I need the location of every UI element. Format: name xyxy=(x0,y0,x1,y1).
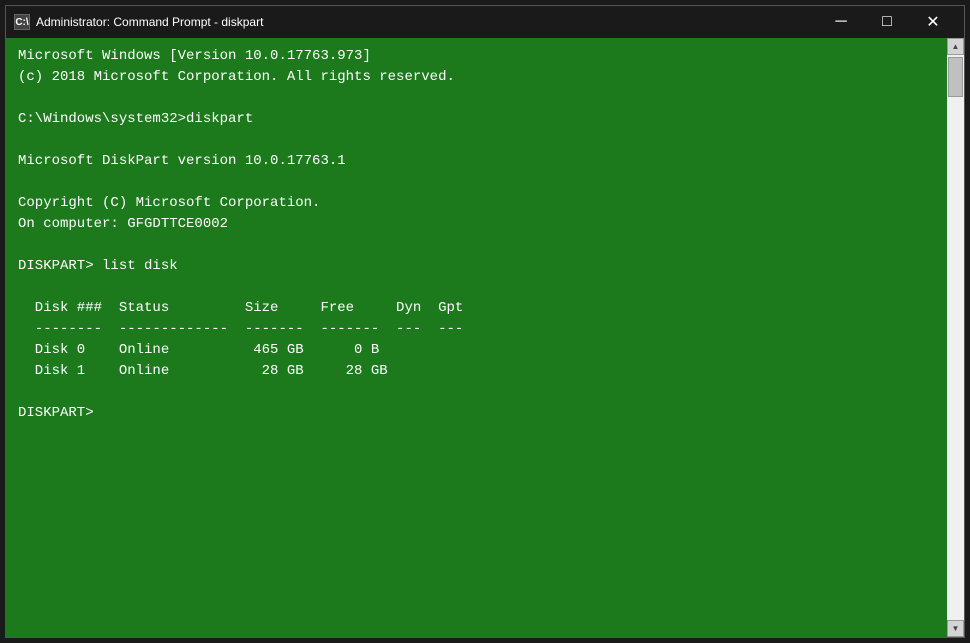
maximize-button[interactable]: □ xyxy=(864,6,910,38)
command-prompt-window: C:\ Administrator: Command Prompt - disk… xyxy=(5,5,965,638)
terminal-output[interactable]: Microsoft Windows [Version 10.0.17763.97… xyxy=(6,38,947,637)
window-title: Administrator: Command Prompt - diskpart xyxy=(36,15,818,29)
window-icon: C:\ xyxy=(14,14,30,30)
window-controls: ─ □ ✕ xyxy=(818,6,956,38)
scrollbar-up-button[interactable]: ▲ xyxy=(947,38,964,55)
minimize-button[interactable]: ─ xyxy=(818,6,864,38)
scrollbar-down-button[interactable]: ▼ xyxy=(947,620,964,637)
scrollbar-track[interactable] xyxy=(947,55,964,620)
title-bar: C:\ Administrator: Command Prompt - disk… xyxy=(6,6,964,38)
close-button[interactable]: ✕ xyxy=(910,6,956,38)
content-area: Microsoft Windows [Version 10.0.17763.97… xyxy=(6,38,964,637)
scrollbar-thumb[interactable] xyxy=(948,57,963,97)
scrollbar[interactable]: ▲ ▼ xyxy=(947,38,964,637)
